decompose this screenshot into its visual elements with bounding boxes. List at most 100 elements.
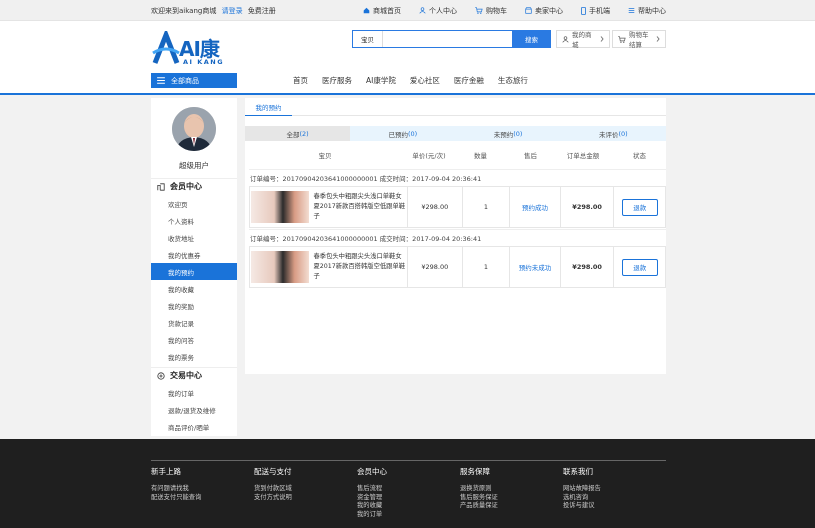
cart-checkout-button[interactable]: 购物车结算	[612, 30, 666, 49]
footer-link[interactable]: 退换货原则	[460, 485, 560, 494]
search-bar: 宝贝 搜索	[352, 30, 551, 48]
member-center-icon	[157, 182, 165, 191]
sidebar-item-qa[interactable]: 我的问答	[151, 331, 237, 348]
filter-count: (0)	[408, 129, 418, 138]
footer-link[interactable]: 投诉与建议	[563, 502, 663, 511]
order-block: 订单编号：20170904203641000000001 成交时间：2017-0…	[249, 229, 666, 288]
tab-bar: 我的预约	[245, 98, 666, 116]
table-header: 宝贝 单价(元/次) 数量 售后 订单总金额 状态	[245, 147, 666, 162]
top-link-label: 卖家中心	[535, 6, 563, 15]
footer-link[interactable]: 售后流程	[357, 485, 457, 494]
top-bar-links: 商城首页 个人中心 购物车 卖家中心 手机端 帮助中心	[363, 6, 666, 16]
footer-link[interactable]: 选机咨询	[563, 494, 663, 503]
sidebar-item-address[interactable]: 收货地址	[151, 229, 237, 246]
footer-link[interactable]: 配送支付只能查询	[151, 494, 251, 503]
top-bar: 欢迎来到aikang商城 请登录 免费注册 商城首页 个人中心 购物车 卖家中心	[0, 0, 815, 21]
footer: 新手上路 有问题请找我 配送支付只能查询 配送与支付 货到付款区域 支付方式说明…	[0, 439, 815, 528]
top-link-mall-home[interactable]: 商城首页	[363, 6, 401, 16]
trade-center-icon	[157, 371, 165, 380]
sidebar-item-orders[interactable]: 我的订单	[151, 384, 237, 401]
footer-link[interactable]: 资金管理	[357, 494, 457, 503]
nav-ai-academy[interactable]: AI康学院	[366, 75, 396, 86]
sidebar-item-rewards[interactable]: 我的奖励	[151, 297, 237, 314]
filter-all[interactable]: 全部 (2)	[245, 126, 351, 141]
footer-link[interactable]: 支付方式说明	[254, 494, 354, 503]
unit-price: ¥298.00	[408, 187, 463, 227]
top-link-personal-center[interactable]: 个人中心	[419, 6, 457, 16]
sidebar: 超级用户 会员中心 欢迎页 个人资料 收货地址 我的优惠券 我的预约 我的收藏 …	[151, 98, 237, 436]
footer-link[interactable]: 网站故障报告	[563, 485, 663, 494]
top-bar-left: 欢迎来到aikang商城 请登录 免费注册	[151, 6, 279, 16]
sidebar-item-favorites[interactable]: 我的收藏	[151, 280, 237, 297]
refund-button[interactable]: 退款	[621, 198, 658, 216]
top-link-seller-center[interactable]: 卖家中心	[525, 6, 563, 16]
sidebar-item-appointments[interactable]: 我的预约	[151, 263, 237, 280]
filter-tabs: 全部 (2) 已预约 (0) 未预约 (0) 未评价 (0)	[245, 126, 666, 141]
product-name[interactable]: 春季包头中粗跟尖头浅口单鞋女夏2017新款百搭韩版空低跟单鞋子	[313, 252, 407, 282]
top-link-cart[interactable]: 购物车	[475, 6, 507, 16]
refund-button[interactable]: 退款	[621, 258, 658, 276]
footer-col-member: 会员中心 售后流程 资金管理 我的收藏 我的订单	[357, 466, 457, 519]
chevron-right-icon	[600, 36, 604, 42]
top-link-mobile[interactable]: 手机端	[581, 6, 610, 16]
logo-mark-icon	[152, 31, 180, 64]
avatar[interactable]	[172, 107, 216, 151]
nav-medical-service[interactable]: 医疗服务	[322, 75, 352, 86]
top-link-help[interactable]: 帮助中心	[628, 6, 666, 16]
home-icon	[363, 7, 370, 14]
sidebar-item-payment-records[interactable]: 货款记录	[151, 314, 237, 331]
search-button[interactable]: 搜索	[512, 30, 551, 48]
member-center-heading: 会员中心	[151, 178, 237, 194]
col-unit-price: 单价(元/次)	[412, 151, 446, 160]
product-image[interactable]	[251, 191, 310, 223]
footer-link[interactable]: 产品质量保证	[460, 502, 560, 511]
phone-icon	[581, 6, 586, 15]
nav-love-community[interactable]: 爱心社区	[410, 75, 440, 86]
filter-not-booked[interactable]: 未预约 (0)	[455, 126, 561, 141]
appointments-panel: 我的预约 全部 (2) 已预约 (0) 未预约 (0) 未评价 (0) 宝贝 单价(元/…	[245, 98, 666, 374]
header-divider	[0, 93, 815, 95]
nav-eco-travel[interactable]: 生态旅行	[498, 75, 528, 86]
footer-col-title: 服务保障	[460, 467, 490, 476]
footer-col-service: 服务保障 退换货原则 售后服务保证 产品质量保证	[460, 466, 560, 511]
after-sales-status: 预约成功	[510, 187, 561, 227]
register-link[interactable]: 免费注册	[248, 7, 276, 15]
search-box: 宝贝	[352, 30, 512, 48]
filter-label: 未评价	[599, 130, 619, 139]
nav-home[interactable]: 首页	[293, 75, 308, 86]
my-mall-button[interactable]: 我的商城	[556, 30, 610, 49]
footer-col-title: 会员中心	[357, 467, 387, 476]
tab-my-appointments[interactable]: 我的预约	[245, 98, 292, 116]
goods-cell: 春季包头中粗跟尖头浅口单鞋女夏2017新款百搭韩版空低跟单鞋子	[250, 247, 408, 287]
search-input[interactable]	[383, 31, 512, 47]
trade-center-heading: 交易中心	[151, 367, 237, 383]
footer-link[interactable]: 货到付款区域	[254, 485, 354, 494]
user-type: 超级用户	[179, 161, 209, 170]
sidebar-item-profile[interactable]: 个人资料	[151, 212, 237, 229]
filter-booked[interactable]: 已预约 (0)	[350, 126, 456, 141]
after-sales-status: 预约未成功	[510, 247, 561, 287]
col-order-total: 订单总金额	[566, 151, 600, 160]
footer-link[interactable]: 有问题请找我	[151, 485, 251, 494]
sidebar-item-refunds[interactable]: 退款/退货及维修	[151, 401, 237, 418]
logo[interactable]: AI康 AI KANG	[151, 29, 236, 69]
product-image[interactable]	[251, 251, 310, 283]
sidebar-item-tickets[interactable]: 我的票务	[151, 348, 237, 365]
product-name[interactable]: 春季包头中粗跟尖头浅口单鞋女夏2017新款百搭韩版空低跟单鞋子	[313, 192, 407, 222]
top-link-label: 帮助中心	[638, 6, 666, 15]
cart-icon	[618, 35, 626, 43]
footer-link[interactable]: 我的订单	[357, 511, 457, 520]
sidebar-item-reviews[interactable]: 商品评价/晒单	[151, 418, 237, 435]
sidebar-item-coupons[interactable]: 我的优惠券	[151, 246, 237, 263]
quantity: 1	[463, 247, 511, 287]
goods-cell: 春季包头中粗跟尖头浅口单鞋女夏2017新款百搭韩版空低跟单鞋子	[250, 187, 408, 227]
footer-link[interactable]: 我的收藏	[357, 502, 457, 511]
filter-not-reviewed[interactable]: 未评价 (0)	[560, 126, 666, 141]
footer-link[interactable]: 售后服务保证	[460, 494, 560, 503]
login-link[interactable]: 请登录	[222, 7, 243, 15]
all-goods-button[interactable]: 全部商品	[151, 73, 237, 88]
nav-medical-finance[interactable]: 医疗金融	[454, 75, 484, 86]
sidebar-item-welcome[interactable]: 欢迎页	[151, 195, 237, 212]
footer-col-title: 新手上路	[151, 467, 181, 476]
search-category[interactable]: 宝贝	[353, 31, 383, 47]
